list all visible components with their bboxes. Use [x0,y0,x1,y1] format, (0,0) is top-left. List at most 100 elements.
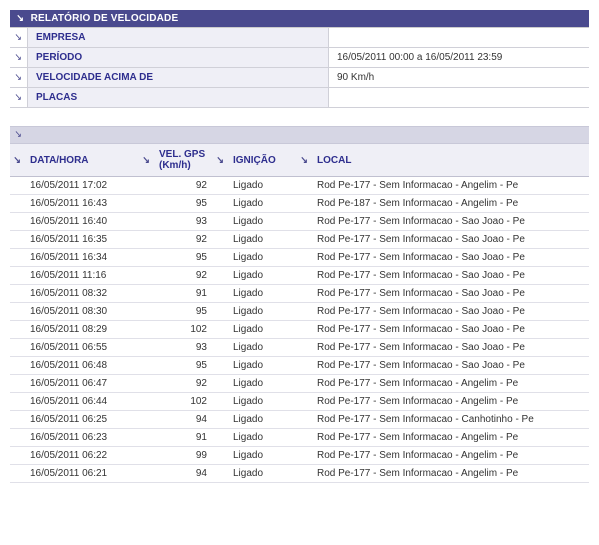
cell-spacer [213,195,227,213]
cell-vel: 99 [153,447,213,465]
cell-spacer [10,339,24,357]
table-row: 16/05/2011 11:1692LigadoRod Pe-177 - Sem… [10,267,589,285]
cell-local: Rod Pe-177 - Sem Informacao - Angelim - … [311,375,589,393]
header-vel[interactable]: VEL. GPS (Km/h) [153,144,213,177]
cell-spacer [10,177,24,195]
cell-spacer [139,285,153,303]
chevron-down-icon: ↘ [13,156,21,166]
table-row: 16/05/2011 08:30 95 Ligado Rod Pe-177 - Sem… [10,303,589,321]
cell-ignicao: Ligado [227,339,297,357]
cell-ignicao: Ligado [227,285,297,303]
table-row: 16/05/2011 06:44102LigadoRod Pe-177 - Se… [10,393,589,411]
cell-spacer [297,249,311,267]
cell-spacer [139,447,153,465]
cell-datahora: 16/05/2011 06:55 [24,339,139,357]
cell-spacer [213,447,227,465]
cell-ignicao: Ligado [227,249,297,267]
cell-ignicao: Ligado [227,375,297,393]
cell-spacer [139,267,153,285]
cell-ignicao: Ligado [227,465,297,483]
cell-datahora: 16/05/2011 08:32 [24,285,139,303]
header-arrow: ↘ [213,144,227,177]
cell-local: Rod Pe-177 - Sem Informacao - Canhotinho… [311,411,589,429]
table-row: 16/05/2011 17:0292LigadoRod Pe-177 - Sem… [10,177,589,195]
cell-ignicao: Ligado [227,429,297,447]
param-label: PERÍODO [28,48,328,67]
chevron-down-icon: ↘ [142,156,150,166]
cell-spacer [139,375,153,393]
cell-spacer [139,249,153,267]
header-ignicao[interactable]: IGNIÇÃO [227,144,297,177]
cell-vel: 95 [153,303,213,321]
table-row: 16/05/2011 06:5593LigadoRod Pe-177 - Sem… [10,339,589,357]
cell-spacer [139,321,153,339]
param-arrow-cell: ↘ [10,28,28,47]
cell-local: Rod Pe-177 - Sem Informacao - Sao Joao -… [311,303,589,321]
cell-local: Rod Pe-177 - Sem Informacao - Sao Joao -… [311,249,589,267]
cell-spacer [297,267,311,285]
report-title-bar: ↘ RELATÓRIO DE VELOCIDADE [10,10,589,27]
chevron-down-icon: ↘ [15,53,23,63]
header-local[interactable]: LOCAL [311,144,589,177]
cell-datahora: 16/05/2011 16:40 [24,213,139,231]
cell-spacer [139,195,153,213]
cell-ignicao: Ligado [227,393,297,411]
cell-spacer [10,393,24,411]
header-datahora[interactable]: DATA/HORA [24,144,139,177]
cell-spacer [297,213,311,231]
cell-spacer [10,285,24,303]
param-arrow-cell: ↘ [10,88,28,107]
param-row: ↘ PERÍODO16/05/2011 00:00 a 16/05/2011 23… [10,48,589,68]
cell-datahora: 16/05/2011 16:34 [24,249,139,267]
cell-spacer [139,213,153,231]
cell-local: Rod Pe-177 - Sem Informacao - Sao Joao -… [311,321,589,339]
table-row: 16/05/2011 06:4895LigadoRod Pe-177 - Sem… [10,357,589,375]
param-label: VELOCIDADE ACIMA DE [28,68,328,87]
cell-spacer [139,465,153,483]
cell-spacer [213,249,227,267]
chevron-down-icon: ↘ [14,130,22,140]
cell-spacer [213,213,227,231]
cell-vel: 95 [153,357,213,375]
cell-ignicao: Ligado [227,177,297,195]
cell-spacer [10,447,24,465]
table-row: 16/05/2011 16:4395LigadoRod Pe-187 - Sem… [10,195,589,213]
cell-local: Rod Pe-177 - Sem Informacao - Sao Joao -… [311,231,589,249]
cell-spacer [297,411,311,429]
param-arrow-cell: ↘ [10,68,28,87]
cell-spacer [297,357,311,375]
cell-datahora: 16/05/2011 06:47 [24,375,139,393]
cell-datahora: 16/05/2011 08:30 [24,303,139,321]
table-row: 16/05/2011 06:4792LigadoRod Pe-177 - Sem… [10,375,589,393]
cell-spacer [139,177,153,195]
cell-local: Rod Pe-177 - Sem Informacao - Sao Joao -… [311,285,589,303]
cell-local: Rod Pe-177 - Sem Informacao - Angelim - … [311,429,589,447]
param-row: ↘EMPRESA [10,28,589,48]
cell-spacer [297,321,311,339]
cell-ignicao: Ligado [227,303,297,321]
param-value: 16/05/2011 00:00 a 16/05/2011 23:59 [328,48,589,67]
cell-spacer [213,231,227,249]
cell-spacer [213,375,227,393]
cell-spacer [139,303,153,321]
cell-vel: 91 [153,429,213,447]
table-row: 16/05/2011 16:3592LigadoRod Pe-177 - Sem… [10,231,589,249]
cell-spacer [10,195,24,213]
cell-spacer [297,285,311,303]
cell-datahora: 16/05/2011 11:16 [24,267,139,285]
cell-ignicao: Ligado [227,267,297,285]
cell-vel: 93 [153,339,213,357]
cell-ignicao: Ligado [227,357,297,375]
cell-vel: 92 [153,267,213,285]
cell-spacer [297,303,311,321]
cell-local: Rod Pe-177 - Sem Informacao - Angelim - … [311,393,589,411]
report-title: RELATÓRIO DE VELOCIDADE [31,13,179,24]
cell-datahora: 16/05/2011 17:02 [24,177,139,195]
chevron-down-icon: ↘ [15,73,23,83]
cell-datahora: 16/05/2011 06:21 [24,465,139,483]
cell-spacer [139,411,153,429]
cell-vel: 92 [153,231,213,249]
cell-vel: 91 [153,285,213,303]
cell-spacer [297,195,311,213]
chevron-down-icon: ↘ [216,156,224,166]
